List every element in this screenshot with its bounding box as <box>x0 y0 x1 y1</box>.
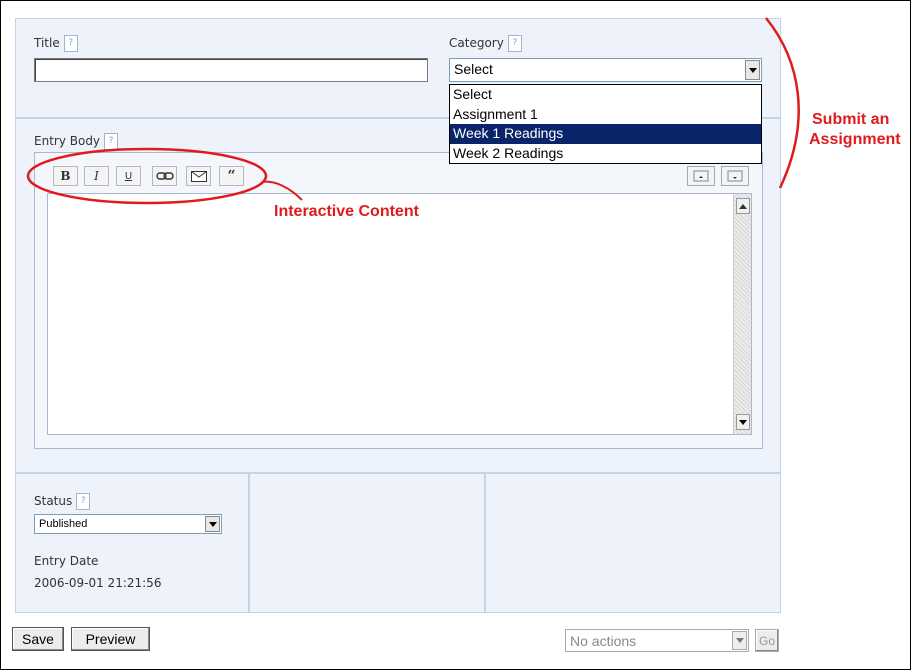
submit-annotation-line2: Assignment <box>809 131 901 148</box>
status-selected-value: Published <box>39 518 88 530</box>
entry-body-editor[interactable] <box>47 193 752 435</box>
status-label-group: Status? <box>34 493 91 510</box>
expand-editor-button[interactable] <box>687 166 715 186</box>
expand-editor-icon <box>693 170 709 182</box>
bold-icon: B <box>60 169 71 183</box>
category-label: Category <box>449 36 504 50</box>
entry-date-label: Entry Date <box>34 554 99 568</box>
chevron-down-icon[interactable] <box>205 516 220 532</box>
actions-placeholder: No actions <box>570 633 637 649</box>
email-button[interactable] <box>186 166 211 186</box>
underline-icon: U <box>124 170 133 182</box>
scroll-up-button[interactable] <box>736 198 750 214</box>
italic-icon: I <box>94 169 99 183</box>
category-dropdown-list[interactable]: Select Assignment 1 Week 1 Readings Week… <box>449 84 762 164</box>
category-option[interactable]: Select <box>450 85 761 105</box>
empty-column-right <box>485 473 781 613</box>
quote-icon: “ <box>227 168 236 184</box>
link-button[interactable] <box>152 166 177 186</box>
category-select[interactable]: Select <box>449 58 762 82</box>
actions-select[interactable]: No actions <box>565 629 749 652</box>
shrink-editor-icon <box>727 170 743 182</box>
preview-button[interactable]: Preview <box>71 627 150 651</box>
link-icon <box>155 172 174 180</box>
entry-body-help-icon[interactable]: ? <box>104 133 119 150</box>
shrink-editor-button[interactable] <box>721 166 749 186</box>
title-label: Title <box>34 36 60 50</box>
category-label-group: Category? <box>449 35 522 52</box>
underline-button[interactable]: U <box>116 166 141 186</box>
chevron-down-icon[interactable] <box>732 631 747 650</box>
italic-button[interactable]: I <box>84 166 109 186</box>
save-button[interactable]: Save <box>12 627 64 651</box>
submit-annotation-line1: Submit an <box>812 111 890 128</box>
title-input[interactable] <box>34 58 428 82</box>
entry-body-label: Entry Body <box>34 134 101 148</box>
category-option[interactable]: Assignment 1 <box>450 105 761 125</box>
bold-button[interactable]: B <box>53 166 78 186</box>
scroll-down-button[interactable] <box>736 414 750 430</box>
category-option-highlighted[interactable]: Week 1 Readings <box>450 124 761 144</box>
empty-column-middle <box>249 473 485 613</box>
category-option[interactable]: Week 2 Readings <box>450 144 761 164</box>
editor-scrollbar[interactable] <box>733 194 751 434</box>
status-select[interactable]: Published <box>34 514 222 534</box>
category-selected-value: Select <box>454 61 493 77</box>
title-help-icon[interactable]: ? <box>63 35 78 52</box>
quote-button[interactable]: “ <box>219 166 244 186</box>
status-label: Status <box>34 494 73 508</box>
chevron-down-icon[interactable] <box>745 60 760 80</box>
interactive-content-annotation: Interactive Content <box>274 203 419 220</box>
category-help-icon[interactable]: ? <box>507 35 522 52</box>
entry-date-value: 2006-09-01 21:21:56 <box>34 576 162 590</box>
envelope-icon <box>190 170 207 182</box>
go-button[interactable]: Go <box>755 629 779 652</box>
entry-body-label-group: Entry Body? <box>34 133 119 150</box>
status-help-icon[interactable]: ? <box>76 493 91 510</box>
title-label-group: Title? <box>34 35 78 52</box>
